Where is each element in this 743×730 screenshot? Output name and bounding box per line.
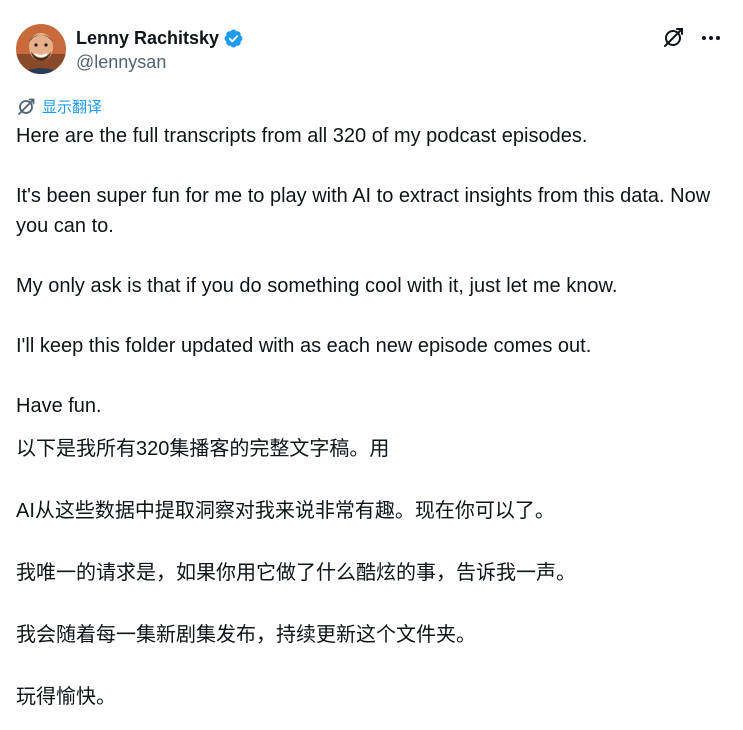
translated-text: 以下是我所有320集播客的完整文字稿。用 AI从这些数据中提取洞察对我来说非常有…	[16, 434, 727, 713]
tweet-paragraph: Here are the full transcripts from all 3…	[16, 125, 588, 147]
translated-paragraph: AI从这些数据中提取洞察对我来说非常有趣。现在你可以了。	[16, 500, 555, 522]
translated-paragraph: 以下是我所有320集播客的完整文字稿。用	[16, 438, 390, 460]
display-name[interactable]: Lenny Rachitsky	[76, 28, 219, 49]
tweet-paragraph: My only ask is that if you do something …	[16, 275, 618, 297]
avatar-photo	[16, 24, 66, 74]
author-handle[interactable]: @lennysan	[76, 52, 244, 73]
tweet-paragraph: Have fun.	[16, 395, 102, 417]
tweet-header: Lenny Rachitsky @lennysan	[16, 24, 727, 76]
translated-paragraph: 我唯一的请求是，如果你用它做了什么酷炫的事，告诉我一声。	[16, 562, 576, 584]
translated-paragraph: 我会随着每一集新剧集发布，持续更新这个文件夹。	[16, 624, 476, 646]
translated-paragraph: 玩得愉快。	[16, 686, 116, 708]
show-translation-label: 显示翻译	[42, 99, 103, 116]
more-horizontal-icon[interactable]	[699, 26, 723, 50]
header-actions	[661, 26, 723, 50]
author-names: Lenny Rachitsky @lennysan	[76, 26, 244, 73]
grok-slash-circle-icon[interactable]	[661, 26, 685, 50]
tweet-paragraph: It's been super fun for me to play with …	[16, 185, 716, 237]
tweet-text: Here are the full transcripts from all 3…	[16, 121, 727, 421]
verified-badge-icon[interactable]	[223, 28, 244, 49]
avatar[interactable]	[16, 24, 66, 74]
name-row: Lenny Rachitsky	[76, 26, 244, 50]
show-translation-link[interactable]: 显示翻译	[16, 96, 102, 117]
translate-globe-icon	[16, 97, 36, 117]
tweet-paragraph: I'll keep this folder updated with as ea…	[16, 335, 592, 357]
